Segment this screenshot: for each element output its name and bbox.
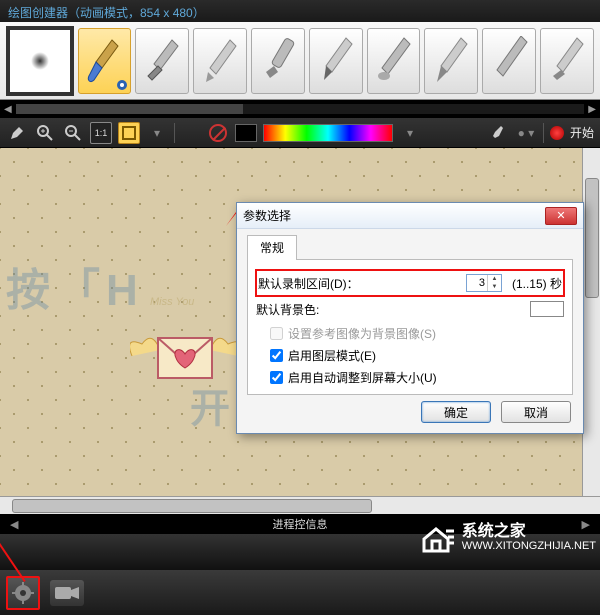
scroll-left-icon[interactable]: ◀ [4,104,12,115]
window-title: 绘图创建器（动画模式，854 x 480） [8,6,205,20]
camera-icon [55,585,79,601]
settings-dialog: 参数选择 ✕ 常规 默认录制区间(D)： ▲▼ (1..15) 秒 默认背景色:… [236,202,584,434]
watermark: 系统之家 WWW.XITONGZHIJIA.NET [418,521,596,557]
brand-url: WWW.XITONGZHIJIA.NET [462,539,596,553]
envelope-caption: Miss You [150,296,194,308]
dialog-titlebar[interactable]: 参数选择 ✕ [237,203,583,229]
pencil-tool-icon[interactable] [6,122,28,144]
dialog-buttons: 确定 取消 [247,395,573,423]
options-toolbar: 1:1 ▾ ▾ ● ▾ 开始 [0,118,600,148]
autofit-checkbox[interactable] [270,371,283,384]
row-record-interval: 默认录制区间(D)： ▲▼ (1..15) 秒 [256,270,564,296]
brush-marker[interactable] [251,28,305,94]
bottom-toolbar [0,570,600,615]
tab-general[interactable]: 常规 [247,235,297,260]
shadebrush-icon [374,36,414,86]
divider [174,123,175,143]
checkbox-autofit[interactable]: 启用自动调整到屏幕大小(U) [270,366,564,388]
ref-image-label: 设置参考图像为背景图像(S) [288,325,436,342]
dialog-tabs: 常规 [247,235,573,260]
settings-button[interactable] [6,576,40,610]
vertical-scrollbar[interactable] [582,148,600,496]
bgcolor-label: 默认背景色: [256,301,319,318]
ghost-text: 按「H [6,254,144,318]
hscroll-thumb[interactable] [12,499,372,513]
ok-button[interactable]: 确定 [421,401,491,423]
zoom-actual-button[interactable]: 1:1 [90,122,112,144]
checkbox-ref-image: 设置参考图像为背景图像(S) [270,322,564,344]
scroll-thumb[interactable] [16,104,243,114]
scroll-right-icon[interactable]: ▶ [588,104,596,115]
no-tool-icon[interactable] [207,122,229,144]
dialog-panel: 默认录制区间(D)： ▲▼ (1..15) 秒 默认背景色: 设置参考图像为背景… [247,260,573,395]
brush-calligraphy[interactable] [540,28,594,94]
brand-name: 系统之家 [462,525,596,539]
crayon-icon [200,36,240,86]
spectrum-chevron-icon[interactable]: ▾ [399,122,421,144]
envelope-drawing-icon [130,318,240,398]
dialog-close-button[interactable]: ✕ [545,207,577,225]
divider [543,123,544,143]
brush-thinpen[interactable] [482,28,536,94]
scroll-track[interactable] [16,104,585,114]
layer-mode-checkbox[interactable] [270,349,283,362]
zoom-out-icon[interactable] [62,122,84,144]
window-titlebar: 绘图创建器（动画模式，854 x 480） [0,0,600,22]
color-spectrum-picker[interactable] [263,124,393,142]
hardpen-icon [431,36,471,86]
start-recording-button[interactable]: 开始 [570,124,594,141]
cancel-button[interactable]: 取消 [501,401,571,423]
horizontal-scrollbar[interactable] [0,496,600,514]
checkbox-layer-mode[interactable]: 启用图层模式(E) [270,344,564,366]
timeline-title: 进程控信息 [273,516,328,532]
brand-logo-icon [418,521,454,557]
marker-icon [258,36,298,86]
brush-pencil[interactable] [309,28,363,94]
brush-shade[interactable] [367,28,421,94]
eyedropper-icon[interactable] [487,122,509,144]
gear-icon [12,582,34,604]
brush-round[interactable] [135,28,189,94]
brush-scrollbar[interactable]: ◀ ▶ [0,100,600,118]
row-bgcolor: 默认背景色: [256,296,564,322]
brush-toolbar [0,22,600,100]
zoom-in-icon[interactable] [34,122,56,144]
camera-button[interactable] [50,580,84,606]
thinpen-icon [489,36,529,86]
bgcolor-swatch[interactable] [530,301,564,317]
interval-range-label: (1..15) 秒 [512,275,562,292]
interval-input[interactable] [467,275,487,291]
spin-up-icon[interactable]: ▲ [488,275,501,283]
brush-settings-gear-icon [116,79,128,91]
options-chevron-icon[interactable]: ▾ [146,122,168,144]
interval-label: 默认录制区间(D)： [258,275,359,292]
interval-spinner[interactable]: ▲▼ [466,274,502,292]
autofit-label: 启用自动调整到屏幕大小(U) [288,369,437,386]
spin-down-icon[interactable]: ▼ [488,283,501,291]
brush-paintbrush[interactable] [78,28,132,94]
fit-screen-toggle[interactable] [118,122,140,144]
calligraphy-icon [547,36,587,86]
ref-image-checkbox [270,327,283,340]
layer-mode-label: 启用图层模式(E) [288,347,376,364]
brush-dot-preview-icon [31,52,49,70]
brush-size-dropdown-icon[interactable]: ● ▾ [515,122,537,144]
roundbrush-icon [142,36,182,86]
foreground-color-swatch[interactable] [235,124,257,142]
vscroll-thumb[interactable] [585,178,599,298]
pencil-icon [316,36,356,86]
brush-hardpen[interactable] [424,28,478,94]
timeline-collapse-left-icon[interactable]: ◀ [10,518,18,531]
dialog-title: 参数选择 [243,207,291,224]
brush-preview-tile [6,26,74,96]
record-indicator-icon [550,126,564,140]
brush-crayon[interactable] [193,28,247,94]
